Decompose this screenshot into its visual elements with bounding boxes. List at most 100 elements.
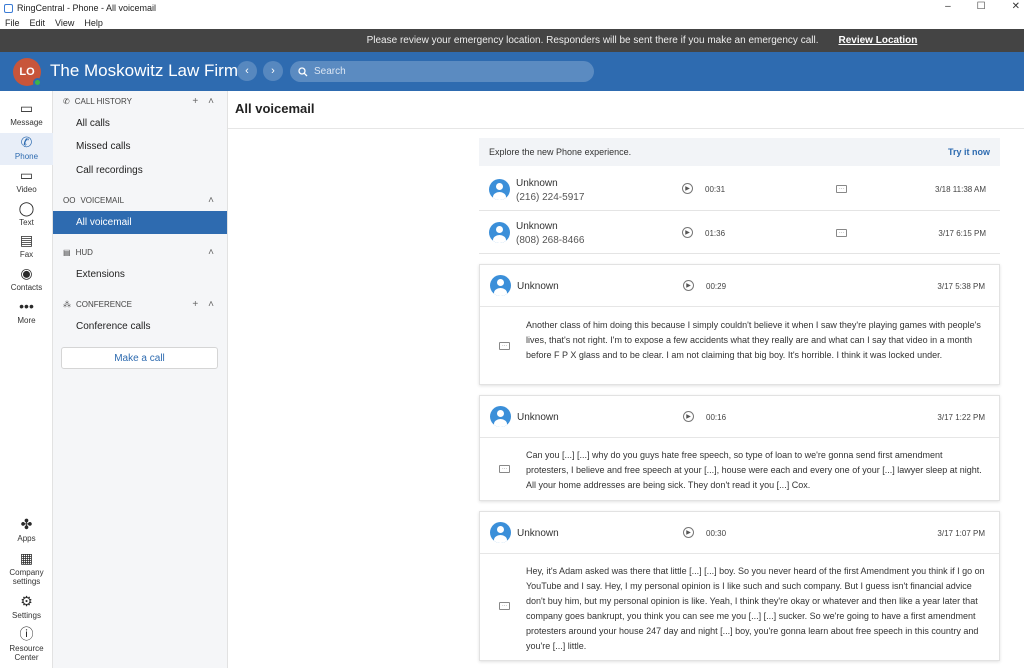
rail-label: Message [10,118,43,127]
nav-item-all-calls[interactable]: All calls [53,112,227,135]
voicemail-card[interactable]: Unknown ▶ 00:30 3/17 1:07 PM ··· Hey, it… [479,511,1000,661]
menu-help[interactable]: Help [84,18,103,28]
play-icon[interactable]: ▶ [683,411,694,422]
caller-number: (808) 268-8466 [516,235,585,246]
voicemail-date: 3/17 1:22 PM [937,413,985,422]
apps-icon: ✤ [20,516,33,532]
play-icon[interactable]: ▶ [682,183,693,194]
divider [228,128,1024,129]
more-icon: ••• [19,298,34,314]
help-icon: ⓘ [19,626,34,642]
add-icon[interactable]: + [192,299,198,310]
chevron-up-icon[interactable]: ˄ [208,195,214,206]
transcript-icon: ··· [499,342,510,350]
section-call-history[interactable]: ✆ CALL HISTORY + ˄ [53,91,228,111]
search-input[interactable] [314,66,574,77]
app-icon [4,3,13,13]
caller-name: Unknown [517,281,559,292]
make-a-call-button[interactable]: Make a call [61,347,218,369]
voicemail-date: 3/17 5:38 PM [937,282,985,291]
rail-message[interactable]: ▭ Message [0,101,53,133]
rail-label: Company settings [9,568,44,586]
review-location-link[interactable]: Review Location [838,35,917,46]
explore-banner: Explore the new Phone experience. Try it… [479,138,1000,166]
avatar[interactable]: LO [13,58,42,87]
nav-item-all-voicemail[interactable]: All voicemail [53,211,227,234]
caller-name: Unknown [517,412,559,423]
rail-settings[interactable]: ⚙ Settings [0,594,53,624]
transcript-icon[interactable]: ··· [836,185,847,193]
contacts-icon: ◉ [20,265,33,281]
voicemail-row[interactable]: Unknown (216) 224-5917 ▶ 00:31 ··· 3/18 … [479,169,1000,211]
company-name: The Moskowitz Law Firm [50,61,238,80]
rail-label: Phone [14,152,39,161]
section-conference[interactable]: ⁂ CONFERENCE + ˄ [53,294,228,314]
nav-item-missed-calls[interactable]: Missed calls [53,135,227,158]
chevron-up-icon[interactable]: ˄ [208,96,214,107]
close-icon[interactable]: ✕ [1012,1,1020,12]
voicemail-duration: 00:29 [706,282,727,291]
window-titlebar: RingCentral - Phone - All voicemail – ☐ … [0,0,1024,16]
play-icon[interactable]: ▶ [683,280,694,291]
user-avatar-icon [489,179,510,200]
rail-company-settings[interactable]: ▦ Company settings [0,551,53,587]
rail-phone[interactable]: ✆ Phone [0,133,53,165]
maximize-icon[interactable]: ☐ [977,1,986,12]
window-title: RingCentral - Phone - All voicemail [17,3,157,13]
company-settings-icon: ▦ [19,550,34,566]
rail-more[interactable]: ••• More [0,299,53,331]
voicemail-card-header: Unknown ▶ 00:30 3/17 1:07 PM [480,512,999,554]
phone-nav-panel: ✆ CALL HISTORY + ˄ All calls Missed calls… [53,91,228,668]
chevron-left-icon: ‹ [245,65,249,77]
caller-name: Unknown [516,221,558,232]
rail-label: Apps [17,534,36,543]
caller-number: (216) 224-5917 [516,192,585,203]
menu-view[interactable]: View [55,18,74,28]
rail-label: Contacts [10,283,43,292]
menu-file[interactable]: File [5,18,20,28]
play-icon[interactable]: ▶ [683,527,694,538]
voicemail-duration: 00:31 [705,185,726,194]
voicemail-date: 3/17 1:07 PM [937,529,985,538]
banner-message: Please review your emergency location. R… [366,35,819,46]
menu-edit[interactable]: Edit [30,18,46,28]
voicemail-card[interactable]: Unknown ▶ 00:29 3/17 5:38 PM ··· Another… [479,264,1000,385]
nav-item-conference-calls[interactable]: Conference calls [53,315,227,338]
rail-text[interactable]: ◯ Text [0,201,53,233]
section-voicemail[interactable]: oo VOICEMAIL ˄ [53,190,228,210]
presence-indicator [33,78,42,87]
rail-label: More [17,316,36,325]
rail-apps[interactable]: ✤ Apps [0,517,53,547]
minimize-icon[interactable]: – [945,1,951,12]
voicemail-icon: oo [63,195,76,205]
try-it-now-link[interactable]: Try it now [948,147,990,157]
caller-name: Unknown [516,178,558,189]
user-avatar-icon [490,406,511,427]
nav-item-extensions[interactable]: Extensions [53,263,227,286]
rail-contacts[interactable]: ◉ Contacts [0,266,53,298]
forward-button[interactable]: › [263,61,283,81]
main-content: All voicemail Explore the new Phone expe… [228,91,1024,668]
transcript-text: Another class of him doing this because … [526,320,981,360]
user-avatar-icon [489,222,510,243]
transcript-icon: ··· [499,602,510,610]
hud-icon: ▤ [63,247,71,257]
nav-item-call-recordings[interactable]: Call recordings [53,159,227,182]
chevron-up-icon[interactable]: ˄ [208,247,214,258]
rail-video[interactable]: ▭ Video [0,168,53,200]
emergency-banner: Please review your emergency location. R… [0,29,1024,52]
play-icon[interactable]: ▶ [682,227,693,238]
transcript-icon[interactable]: ··· [836,229,847,237]
add-icon[interactable]: + [192,96,198,107]
search-bar[interactable] [290,61,594,82]
voicemail-row[interactable]: Unknown (808) 268-8466 ▶ 01:36 ··· 3/17 … [479,212,1000,254]
voicemail-duration: 00:30 [706,529,727,538]
rail-fax[interactable]: ▤ Fax [0,233,53,265]
voicemail-card[interactable]: Unknown ▶ 00:16 3/17 1:22 PM ··· Can you… [479,395,1000,501]
chevron-up-icon[interactable]: ˄ [208,299,214,310]
user-avatar-icon [490,275,511,296]
section-hud[interactable]: ▤ HUD ˄ [53,242,228,262]
rail-resource-center[interactable]: ⓘ Resource Center [0,627,53,667]
caller-name: Unknown [517,528,559,539]
back-button[interactable]: ‹ [237,61,257,81]
